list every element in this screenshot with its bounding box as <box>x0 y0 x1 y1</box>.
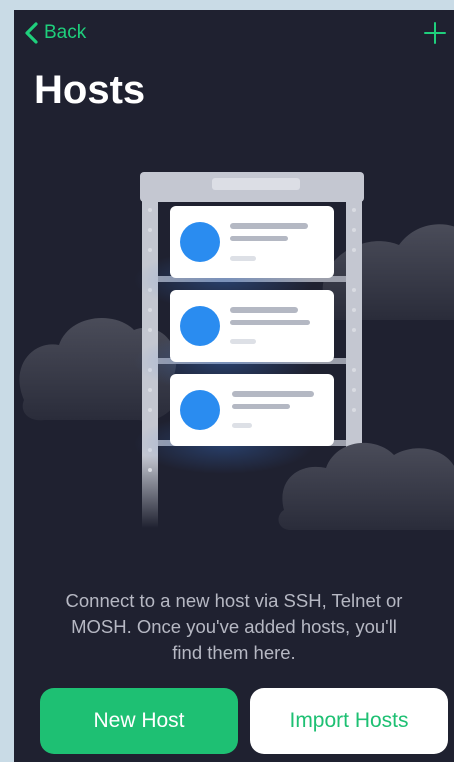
chevron-left-icon <box>25 22 38 44</box>
cloud-right <box>314 224 454 320</box>
empty-state-description: Connect to a new host via SSH, Telnet or… <box>65 590 403 663</box>
server-rack-illustration <box>19 172 454 530</box>
hosts-screen: Back Hosts Connect to a new host via SSH… <box>14 10 454 762</box>
back-button[interactable]: Back <box>24 22 86 44</box>
new-host-button[interactable]: New Host <box>40 688 238 754</box>
page-title: Hosts <box>34 68 146 112</box>
back-label: Back <box>44 22 87 43</box>
plus-icon[interactable] <box>420 18 450 48</box>
import-hosts-button[interactable]: Import Hosts <box>250 688 448 754</box>
